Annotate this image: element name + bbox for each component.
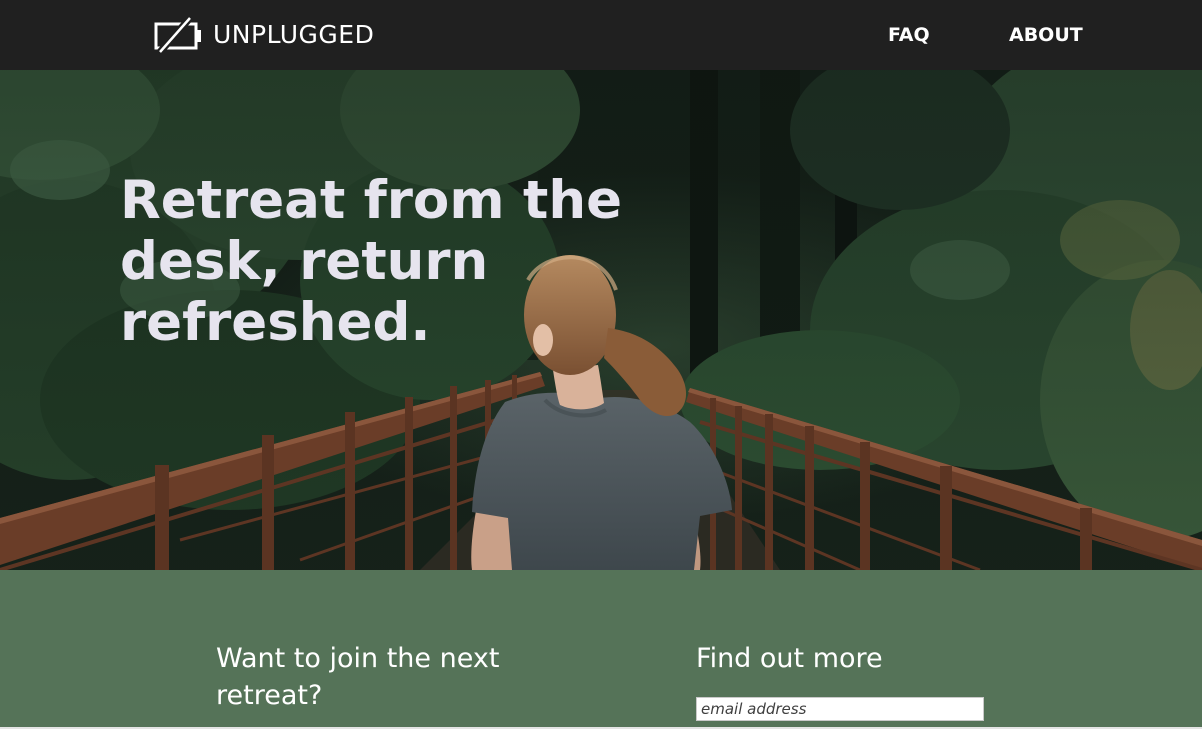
hero-headline: Retreat from the desk, return refreshed. — [120, 170, 623, 353]
site-header: UNPLUGGED FAQ ABOUT — [0, 0, 1202, 70]
join-retreat-text: Want to join the next retreat? — [216, 643, 500, 711]
email-field[interactable] — [696, 697, 984, 721]
hero-section: Retreat from the desk, return refreshed. — [0, 70, 1202, 570]
nav-faq[interactable]: FAQ — [888, 22, 930, 48]
battery-slash-icon — [154, 15, 204, 55]
find-out-more-heading: Find out more — [696, 643, 883, 674]
signup-section: Want to join the next retreat? Find out … — [0, 570, 1202, 727]
nav-about[interactable]: ABOUT — [1009, 22, 1083, 48]
logo-text: UNPLUGGED — [213, 20, 375, 49]
logo-link[interactable]: UNPLUGGED — [154, 15, 375, 55]
